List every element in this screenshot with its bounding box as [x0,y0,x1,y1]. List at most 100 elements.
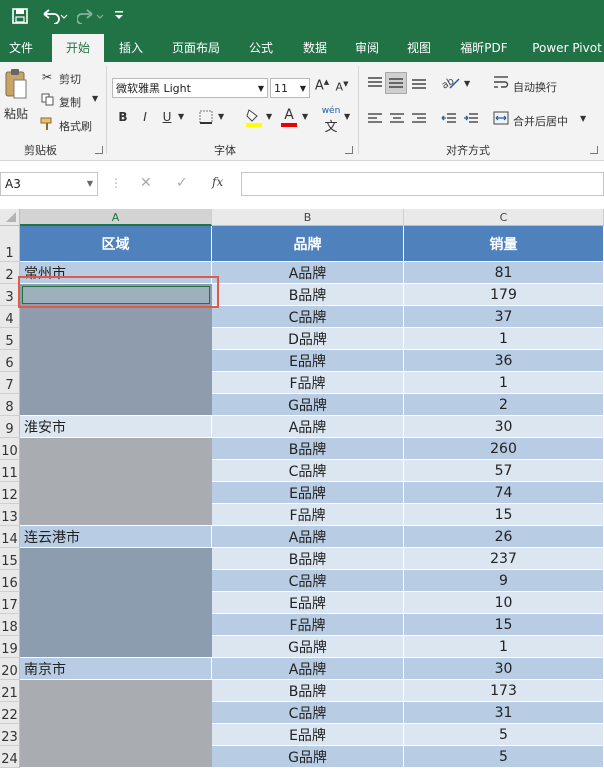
row-header[interactable]: 3 [0,284,20,306]
fill-color-icon[interactable] [244,107,264,130]
wrap-text-icon[interactable] [492,75,510,92]
row-header[interactable]: 5 [0,328,20,350]
chevron-down-icon[interactable]: ▼ [580,114,586,123]
italic-button[interactable]: I [138,110,152,124]
orientation-icon[interactable]: ab [440,74,462,93]
merge-center-button[interactable]: 合并后居中 [513,113,568,129]
name-box[interactable]: A3 ▼ [0,172,98,196]
formula-input[interactable] [241,172,604,196]
column-header-c[interactable]: C [404,209,604,226]
header-cell-brand[interactable]: 品牌 [212,226,404,262]
brand-cell[interactable]: A品牌 [212,416,404,438]
sales-cell[interactable]: 2 [404,394,604,416]
brand-cell[interactable]: A品牌 [212,526,404,548]
sales-cell[interactable]: 15 [404,504,604,526]
tab-power-pivot[interactable]: Power Pivot [530,34,604,62]
brand-cell[interactable]: B品牌 [212,680,404,702]
brand-cell[interactable]: C品牌 [212,570,404,592]
save-icon[interactable] [8,5,32,31]
region-cell[interactable]: 南京市 [20,658,212,680]
sales-cell[interactable]: 57 [404,460,604,482]
copy-icon[interactable] [40,93,54,109]
brand-cell[interactable]: G品牌 [212,636,404,658]
brand-cell[interactable]: A品牌 [212,262,404,284]
select-all-corner[interactable] [0,209,20,226]
row-header[interactable]: 11 [0,460,20,482]
brand-cell[interactable]: C品牌 [212,702,404,724]
region-cell[interactable]: 连云港市 [20,526,212,548]
brand-cell[interactable]: G品牌 [212,394,404,416]
tab-review[interactable]: 审阅 [348,34,386,62]
enter-icon[interactable]: ✓ [176,175,188,191]
chevron-down-icon[interactable]: ▼ [464,79,470,88]
header-cell-sales[interactable]: 销量 [404,226,604,262]
row-header[interactable]: 19 [0,636,20,658]
brand-cell[interactable]: C品牌 [212,306,404,328]
paste-icon[interactable] [4,68,28,102]
sales-cell[interactable]: 30 [404,416,604,438]
sales-cell[interactable]: 31 [404,702,604,724]
brand-cell[interactable]: E品牌 [212,724,404,746]
decrease-font-icon[interactable]: A▼ [334,80,350,94]
brand-cell[interactable]: D品牌 [212,328,404,350]
brand-cell[interactable]: F品牌 [212,372,404,394]
sales-cell[interactable]: 36 [404,350,604,372]
row-header[interactable]: 10 [0,438,20,460]
sales-cell[interactable]: 1 [404,372,604,394]
row-header[interactable]: 16 [0,570,20,592]
column-header-b[interactable]: B [212,209,404,226]
brand-cell[interactable]: C品牌 [212,460,404,482]
align-left-icon[interactable] [366,112,384,129]
sales-cell[interactable]: 30 [404,658,604,680]
undo-icon[interactable] [40,5,70,31]
font-size-combo[interactable]: 11 ▼ [270,78,310,98]
header-cell-region[interactable]: 区域 [20,226,212,262]
more-options-icon[interactable]: ⋮ [110,176,122,190]
decrease-indent-icon[interactable] [440,112,458,129]
selected-blank-range[interactable] [20,438,212,526]
row-header[interactable]: 22 [0,702,20,724]
sales-cell[interactable]: 26 [404,526,604,548]
tab-home[interactable]: 开始 [52,34,104,62]
region-cell[interactable]: 淮安市 [20,416,212,438]
brand-cell[interactable]: B品牌 [212,284,404,306]
sales-cell[interactable]: 1 [404,328,604,350]
sales-cell[interactable]: 260 [404,438,604,460]
tab-data[interactable]: 数据 [296,34,334,62]
column-header-a[interactable]: A [20,209,212,226]
brand-cell[interactable]: F品牌 [212,614,404,636]
tab-view[interactable]: 视图 [400,34,438,62]
brand-cell[interactable]: E品牌 [212,592,404,614]
wrap-text-button[interactable]: 自动换行 [513,79,557,95]
cut-button[interactable]: 剪切 [59,71,81,87]
increase-font-icon[interactable]: A▲ [314,78,330,93]
copy-dropdown-icon[interactable]: ▼ [92,94,98,103]
increase-indent-icon[interactable] [462,112,480,129]
copy-button[interactable]: 复制 [59,94,81,110]
sales-cell[interactable]: 81 [404,262,604,284]
sales-cell[interactable]: 9 [404,570,604,592]
brand-cell[interactable]: E品牌 [212,350,404,372]
row-header[interactable]: 7 [0,372,20,394]
row-header[interactable]: 6 [0,350,20,372]
align-center-icon[interactable] [388,112,406,129]
bold-button[interactable]: B [116,110,130,124]
row-header[interactable]: 2 [0,262,20,284]
font-color-icon[interactable]: A [280,107,298,127]
sales-cell[interactable]: 10 [404,592,604,614]
align-bottom-icon[interactable] [410,76,428,93]
brand-cell[interactable]: B品牌 [212,438,404,460]
tab-formulas[interactable]: 公式 [242,34,280,62]
chevron-down-icon[interactable]: ▼ [302,112,308,121]
row-header[interactable]: 17 [0,592,20,614]
brand-cell[interactable]: F品牌 [212,504,404,526]
sales-cell[interactable]: 74 [404,482,604,504]
row-header[interactable]: 9 [0,416,20,438]
sales-cell[interactable]: 5 [404,746,604,768]
customize-icon[interactable] [112,5,126,29]
brand-cell[interactable]: A品牌 [212,658,404,680]
sales-cell[interactable]: 237 [404,548,604,570]
tab-insert[interactable]: 插入 [112,34,150,62]
paste-button[interactable]: 粘贴 [4,105,28,122]
row-header[interactable]: 24 [0,746,20,768]
